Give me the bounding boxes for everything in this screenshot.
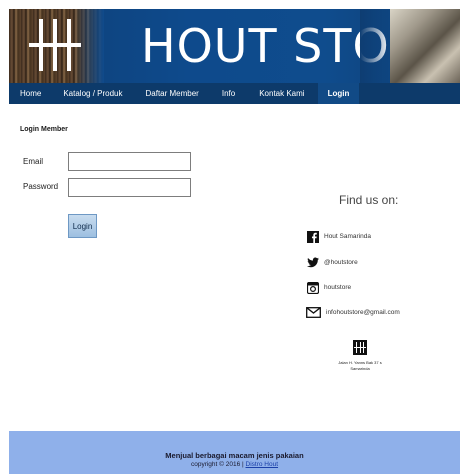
address-line-2: Samarinda: [350, 366, 370, 371]
login-button[interactable]: Login: [68, 214, 97, 238]
password-label: Password: [23, 182, 59, 191]
instagram-icon: [306, 281, 319, 294]
find-us-heading: Find us on:: [339, 193, 399, 207]
copyright-text: copyright © 2016 |: [190, 461, 246, 468]
nav-login[interactable]: Login: [317, 83, 360, 104]
password-field[interactable]: [68, 178, 191, 197]
footer-copyright: copyright © 2016 | Distro Hout: [9, 461, 460, 468]
nav-kontak-kami[interactable]: Kontak Kami: [259, 83, 304, 104]
store-interior-image: [360, 9, 460, 83]
nav-home[interactable]: Home: [20, 83, 41, 104]
distro-hout-link[interactable]: Distro Hout: [246, 461, 279, 468]
main-nav: Home Katalog / Produk Daftar Member Info…: [9, 83, 460, 104]
email-text: infohoutstore@gmail.com: [326, 309, 400, 316]
email-link[interactable]: infohoutstore@gmail.com: [306, 306, 400, 319]
header-banner: HOUT STORE: [9, 9, 460, 83]
footer: Menjual berbagai macam jenis pakaian cop…: [9, 431, 460, 474]
hout-small-logo-icon: [353, 340, 367, 355]
facebook-text: Hout Samarinda: [324, 233, 371, 240]
nav-katalog-produk[interactable]: Katalog / Produk: [63, 83, 122, 104]
hout-logo-icon: [29, 19, 81, 71]
nav-daftar-member[interactable]: Daftar Member: [146, 83, 199, 104]
nav-info[interactable]: Info: [222, 83, 235, 104]
envelope-icon: [306, 306, 321, 319]
twitter-text: @houtstore: [324, 259, 358, 266]
footer-tagline: Menjual berbagai macam jenis pakaian: [165, 451, 304, 460]
email-label: Email: [23, 157, 44, 166]
login-title: Login Member: [20, 126, 68, 133]
instagram-text: houtstore: [324, 284, 352, 291]
instagram-link[interactable]: houtstore: [306, 281, 351, 294]
email-field[interactable]: [68, 152, 191, 171]
facebook-icon: [306, 230, 319, 243]
twitter-icon: [306, 256, 319, 269]
twitter-link[interactable]: @houtstore: [306, 256, 358, 269]
store-address: Jalan H. Yanns Bak 37 s Samarinda: [325, 360, 395, 372]
facebook-link[interactable]: Hout Samarinda: [306, 230, 371, 243]
